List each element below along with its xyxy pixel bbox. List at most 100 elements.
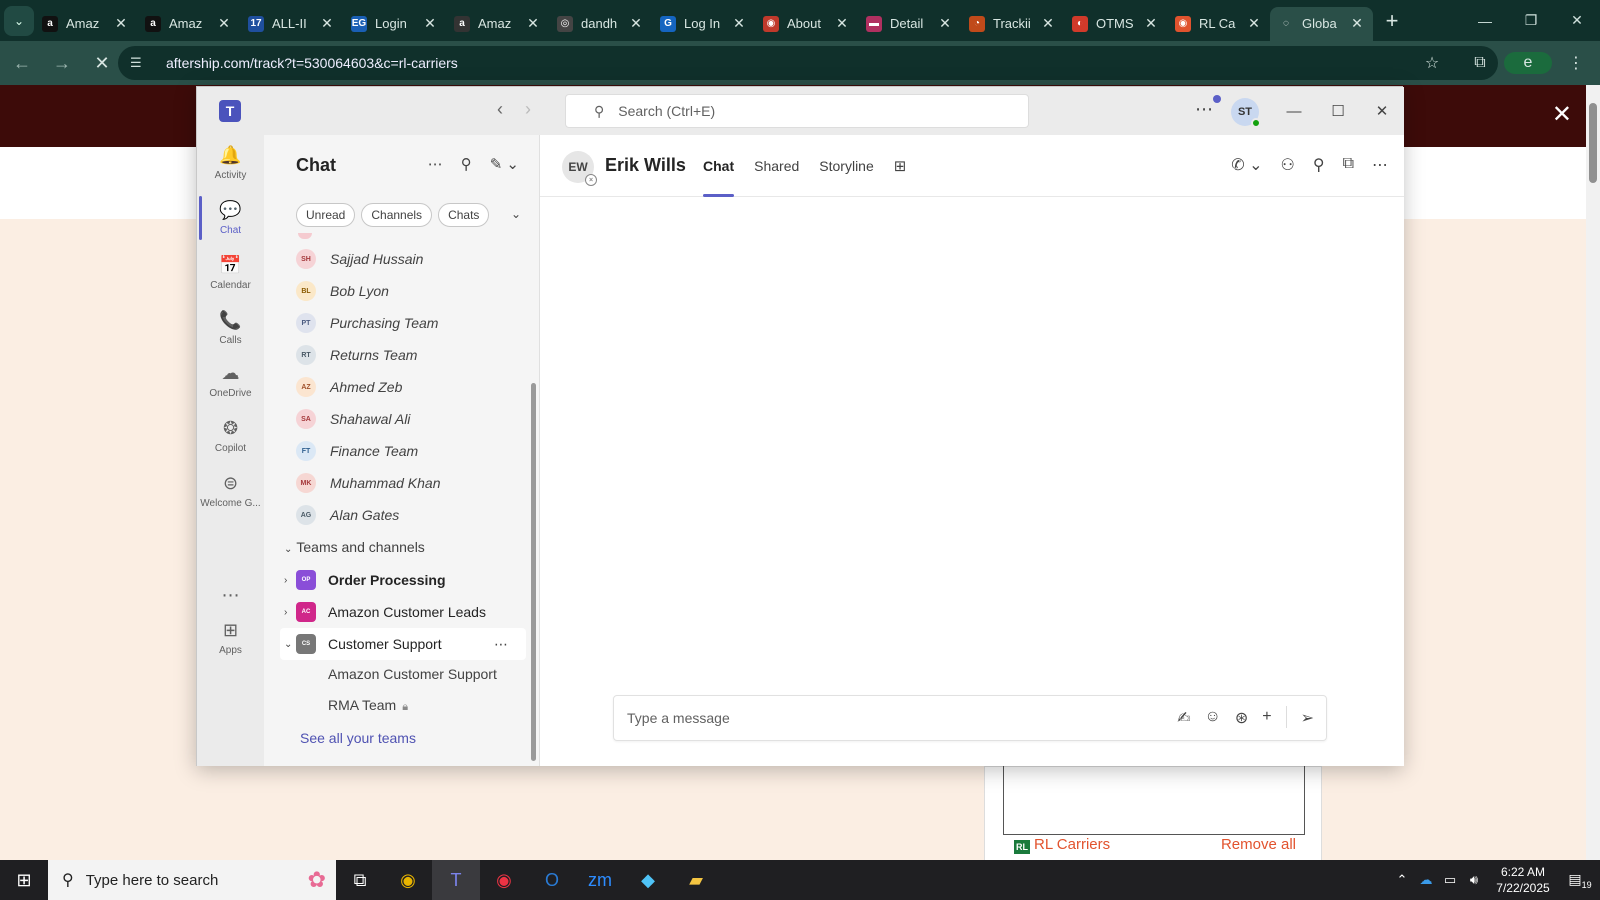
tab-close-icon[interactable]: ✕	[834, 15, 850, 32]
call-icon[interactable]: ✆ ⌄	[1231, 155, 1262, 175]
teams-icon[interactable]: T	[432, 860, 480, 900]
minimize-icon[interactable]: —	[1272, 87, 1316, 135]
tab-search-dropdown[interactable]: ⌄	[4, 5, 34, 36]
more-apps-icon[interactable]: ⋯	[197, 585, 264, 606]
tab-storyline[interactable]: Storyline	[819, 135, 873, 197]
minimize-icon[interactable]: —	[1462, 0, 1508, 41]
chat-list-item[interactable]: BL Bob Lyon	[264, 275, 530, 307]
contact-name[interactable]: Erik Wills	[605, 155, 686, 176]
more-options-icon[interactable]: ⋯	[494, 636, 508, 653]
see-all-teams-link[interactable]: See all your teams	[300, 730, 416, 746]
chrome-icon[interactable]: ◉	[384, 860, 432, 900]
chevron-up-icon[interactable]: ⌃	[1390, 872, 1414, 888]
chrome-profile-icon[interactable]: ◉	[480, 860, 528, 900]
team-item[interactable]: ⌄ CS Customer Support ⋯	[280, 628, 526, 660]
address-bar[interactable]: ☰ aftership.com/track?t=530064603&c=rl-c…	[118, 46, 1498, 80]
extensions-icon[interactable]: ⧉	[1456, 54, 1504, 72]
carrier-chip[interactable]: RL RL Carriers	[1014, 836, 1110, 854]
rail-item-calendar[interactable]: 📅 Calendar	[197, 245, 264, 301]
team-item[interactable]: › AC Amazon Customer Leads	[280, 596, 526, 628]
rail-item-apps[interactable]: ⊞ Apps	[197, 610, 264, 666]
browser-tab[interactable]: EG Login ✕	[343, 7, 446, 41]
network-icon[interactable]: ▭	[1438, 872, 1462, 888]
new-tab-button[interactable]: +	[1377, 8, 1407, 34]
browser-tab[interactable]: ◎ dandh ✕	[549, 7, 652, 41]
rail-item-copilot[interactable]: ❂ Copilot	[197, 408, 264, 464]
chevron-right-icon[interactable]: ›	[284, 575, 287, 586]
tab-close-icon[interactable]: ✕	[628, 15, 644, 32]
tab-close-icon[interactable]: ✕	[1040, 15, 1056, 32]
search-icon[interactable]: ⚲	[1313, 155, 1325, 175]
browser-tab[interactable]: ◔ Trackii ✕	[961, 7, 1064, 41]
site-info-icon[interactable]: ☰	[130, 55, 150, 71]
attach-plus-icon[interactable]: +	[1262, 708, 1271, 728]
message-compose-box[interactable]: Type a message ✍ ☺ ⊛ + ➢	[613, 695, 1327, 741]
back-icon[interactable]: ‹	[497, 99, 503, 120]
teams-search-input[interactable]: ⚲ Search (Ctrl+E)	[565, 94, 1029, 128]
zoom-icon[interactable]: zm	[576, 860, 624, 900]
tab-close-icon[interactable]: ✕	[731, 15, 747, 32]
chevron-down-icon[interactable]: ⌄	[511, 207, 521, 221]
chevron-down-icon[interactable]: ⌄	[284, 639, 292, 650]
contact-avatar[interactable]: EW ×	[562, 151, 597, 186]
rail-item-activity[interactable]: 🔔 Activity	[197, 135, 264, 191]
browser-menu-icon[interactable]: ⋮	[1552, 53, 1600, 73]
notification-center-icon[interactable]: ▤19	[1560, 871, 1600, 890]
pop-out-icon[interactable]: ⧉	[1343, 155, 1354, 175]
people-icon[interactable]: ⚇	[1281, 155, 1295, 175]
tab-close-icon[interactable]: ✕	[1246, 15, 1262, 32]
rail-item-onedrive[interactable]: ☁ OneDrive	[197, 353, 264, 409]
message-input[interactable]: Type a message	[627, 710, 730, 726]
tab-close-icon[interactable]: ✕	[1143, 15, 1159, 32]
chat-list-item[interactable]: FT Finance Team	[264, 435, 530, 467]
task-view-icon[interactable]: ⧉	[336, 860, 384, 900]
back-icon[interactable]: ←	[4, 45, 40, 81]
teams-channels-header[interactable]: ⌄ Teams and channels	[284, 539, 425, 555]
team-item[interactable]: › OP Order Processing	[280, 564, 526, 596]
browser-tab[interactable]: a Amaz ✕	[34, 7, 137, 41]
browser-tab[interactable]: ◉ RL Ca ✕	[1167, 7, 1270, 41]
chat-list-item[interactable]: SH Sajjad Hussain	[264, 243, 530, 275]
loop-icon[interactable]: ⊛	[1235, 708, 1248, 728]
bookmark-star-icon[interactable]: ☆	[1408, 53, 1456, 73]
send-icon[interactable]: ➢	[1301, 708, 1314, 728]
chat-list-item[interactable]: SA Shahawal Ali	[264, 403, 530, 435]
browser-tab[interactable]: 17 ALL-II ✕	[240, 7, 343, 41]
rail-item-chat[interactable]: 💬 Chat	[197, 190, 264, 246]
browser-tab[interactable]: a Amaz ✕	[446, 7, 549, 41]
page-scrollbar[interactable]	[1586, 85, 1600, 861]
clock[interactable]: 6:22 AM 7/22/2025	[1486, 864, 1560, 896]
tab-chat[interactable]: Chat	[703, 135, 735, 197]
browser-tab[interactable]: ▬ Detail ✕	[858, 7, 961, 41]
filter-chip-chats[interactable]: Chats	[438, 203, 490, 227]
panel-scrollbar[interactable]	[531, 383, 536, 761]
close-icon[interactable]: ✕	[1554, 0, 1600, 41]
browser-tab[interactable]: a Amaz ✕	[137, 7, 240, 41]
tab-close-icon[interactable]: ✕	[937, 15, 953, 32]
app-diamond-icon[interactable]: ◆	[624, 860, 672, 900]
windows-start-icon[interactable]: ⊞	[0, 860, 48, 900]
settings-more-icon[interactable]: ⋯	[1195, 95, 1221, 120]
forward-icon[interactable]: →	[44, 45, 80, 81]
filter-chip-unread[interactable]: Unread	[296, 203, 356, 227]
close-icon[interactable]: ✕	[1360, 87, 1404, 135]
tab-close-icon[interactable]: ✕	[113, 15, 129, 32]
tab-close-icon[interactable]: ✕	[319, 15, 335, 32]
chat-list-item[interactable]: AZ Ahmed Zeb	[264, 371, 530, 403]
page-scrollbar-thumb[interactable]	[1589, 103, 1597, 183]
more-options-icon[interactable]: ⋯	[1372, 155, 1388, 175]
channel-item[interactable]: Amazon Customer Support	[328, 666, 497, 682]
profile-avatar[interactable]: e	[1504, 52, 1552, 74]
emoji-icon[interactable]: ☺	[1205, 708, 1221, 728]
tab-shared[interactable]: Shared	[754, 135, 799, 197]
add-tab-icon[interactable]: ⊞	[894, 135, 907, 197]
file-explorer-icon[interactable]: ▰	[672, 860, 720, 900]
chat-list-item[interactable]: AG Alan Gates	[264, 499, 530, 531]
tab-close-icon[interactable]: ✕	[1349, 15, 1365, 32]
chevron-right-icon[interactable]: ›	[284, 607, 287, 618]
restore-icon[interactable]: ❐	[1508, 0, 1554, 41]
taskbar-search[interactable]: ⚲ Type here to search ✿	[48, 860, 336, 900]
browser-tab[interactable]: ◉ About ✕	[755, 7, 858, 41]
browser-tab[interactable]: G Log In ✕	[652, 7, 755, 41]
maximize-icon[interactable]: ☐	[1316, 87, 1360, 135]
